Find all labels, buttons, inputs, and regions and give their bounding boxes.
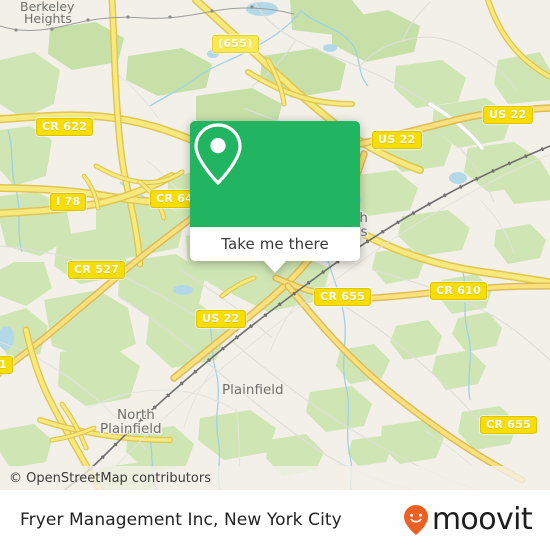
road-shield: CR 622 (36, 118, 94, 136)
road-shield: US 22 (372, 131, 422, 149)
popup-pin-area (190, 121, 360, 227)
road-shield: (655) (212, 35, 259, 53)
footer-bar: Fryer Management Inc, New York City moov… (0, 490, 550, 550)
road-shield: CR 527 (68, 261, 126, 279)
popup-cta-label: Take me there (221, 235, 329, 253)
map-screen: .green{fill:#cfe6b4;} .greenD{fill:#c6e0… (0, 0, 550, 550)
attribution-text: © OpenStreetMap contributors (9, 470, 211, 486)
moovit-smiley-pin-icon (403, 505, 428, 535)
road-shield: CR 655 (480, 416, 538, 434)
popup-cta-button[interactable]: Take me there (190, 227, 360, 261)
road-shield: I 78 (50, 193, 87, 211)
road-shield: US 22 (196, 310, 246, 328)
popup-tail (264, 261, 286, 273)
road-shield: 1 (0, 356, 13, 374)
location-title: Fryer Management Inc, New York City (20, 510, 342, 530)
road-shield: US 22 (483, 106, 533, 124)
location-pin-icon (194, 123, 242, 185)
road-shield: CR 655 (314, 288, 372, 306)
road-shield: CR 610 (430, 282, 488, 300)
map-canvas[interactable]: .green{fill:#cfe6b4;} .greenD{fill:#c6e0… (0, 0, 550, 490)
map-attribution: © OpenStreetMap contributors (0, 466, 550, 490)
moovit-logo[interactable]: moovit (403, 502, 533, 537)
moovit-wordmark: moovit (431, 502, 533, 537)
location-popup[interactable]: Take me there (190, 121, 360, 273)
